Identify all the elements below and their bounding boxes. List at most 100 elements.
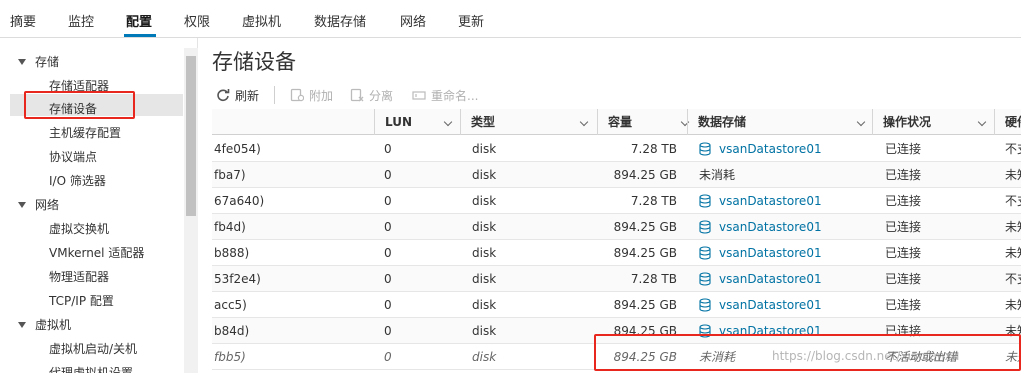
detach-button[interactable]: 分离 [350,84,393,106]
sidebar-group-storage[interactable]: 存储 [35,53,59,70]
sidebar-item-host-cache[interactable]: 主机缓存配置 [49,124,121,141]
cell-datastore: vsanDatastore01 [699,240,869,266]
refresh-button[interactable]: 刷新 [216,84,259,106]
expand-caret-icon[interactable] [18,202,26,208]
cell-hardware: 未知 [1005,298,1021,312]
sidebar-item-virtual-switches[interactable]: 虚拟交换机 [49,220,109,237]
column-header-lun[interactable]: LUN [374,109,460,135]
cell-operational-state: 已连接 [885,220,922,234]
active-tab-indicator [124,34,156,37]
column-filter-icon[interactable] [977,117,987,127]
column-filter-icon[interactable] [856,117,866,127]
attach-button[interactable]: 附加 [290,84,333,106]
cell-type: disk [472,272,497,286]
tab-networks[interactable]: 网络 [400,11,426,30]
sidebar-item-vmkernel-adapters[interactable]: VMkernel 适配器 [49,244,144,261]
datastore-icon [699,191,711,208]
sidebar-item-tcpip-config[interactable]: TCP/IP 配置 [49,292,114,309]
column-header-capacity[interactable]: 容量 [597,109,697,135]
datastore-icon [699,269,711,286]
cell-operational-state: 已连接 [885,168,922,182]
column-filter-icon[interactable] [579,117,589,127]
cell-datastore: 未消耗 [699,162,869,188]
cell-type: disk [472,194,497,208]
sidebar-item-agent-vm[interactable]: 代理虚拟机设置 [49,364,133,373]
cell-datastore: vsanDatastore01 [699,292,869,318]
column-header-operational-state[interactable]: 操作状况 [872,109,994,135]
attach-icon [290,88,305,102]
rename-button[interactable]: 重命名... [412,84,478,106]
tab-vms[interactable]: 虚拟机 [242,11,281,30]
cell-hardware: 不支 [1005,142,1021,156]
cell-type: disk [472,298,497,312]
tab-permissions[interactable]: 权限 [184,11,210,30]
cell-datastore: vsanDatastore01 [699,214,869,240]
cell-type: disk [472,324,497,338]
table-row[interactable]: 53f2e4) 0 disk 7.28 TB vsanDatastore01 已连接 不支 [212,266,1021,292]
cell-name: 67a640) [214,194,265,208]
cell-lun: 0 [384,194,392,208]
sidebar-group-vms[interactable]: 虚拟机 [35,316,71,333]
tab-monitor[interactable]: 监控 [68,11,94,30]
grid-header: LUN 类型 容量 数据存储 操作状况 硬件 [212,109,1021,135]
cell-capacity: 7.28 TB [630,194,677,208]
column-header-hardware[interactable]: 硬件 [994,109,1021,135]
page-title: 存储设备 [212,50,296,74]
cell-type: disk [472,246,497,260]
table-row[interactable]: b888) 0 disk 894.25 GB vsanDatastore01 已连接 未知 [212,240,1021,266]
refresh-label: 刷新 [235,88,260,103]
table-row[interactable]: 67a640) 0 disk 7.28 TB vsanDatastore01 已连接 不支 [212,188,1021,214]
sidebar-item-io-filters[interactable]: I/O 筛选器 [49,172,106,189]
cell-lun: 0 [384,168,392,182]
column-header-datastore[interactable]: 数据存储 [687,109,872,135]
datastore-link[interactable]: vsanDatastore01 [719,246,822,260]
datastore-link[interactable]: vsanDatastore01 [719,298,822,312]
sidebar-group-networking[interactable]: 网络 [35,196,59,213]
sidebar-item-vm-startup[interactable]: 虚拟机启动/关机 [49,340,137,357]
datastore-text: 未消耗 [699,168,736,182]
toolbar-divider [274,86,275,104]
tab-configure[interactable]: 配置 [126,11,152,30]
table-row[interactable]: fb4d) 0 disk 894.25 GB vsanDatastore01 已连接 未知 [212,214,1021,240]
cell-lun: 0 [384,272,392,286]
cell-name: b888) [214,246,250,260]
expand-caret-icon[interactable] [18,59,26,65]
table-row[interactable]: fba7) 0 disk 894.25 GB 未消耗 已连接 未知 [212,162,1021,188]
cell-datastore: vsanDatastore01 [699,266,869,292]
tab-updates[interactable]: 更新 [458,11,484,30]
datastore-icon [699,139,711,156]
cell-lun: 0 [384,324,392,338]
cell-hardware: 未知 [1005,246,1021,260]
sidebar-item-physical-adapters[interactable]: 物理适配器 [49,268,109,285]
expand-caret-icon[interactable] [18,322,26,328]
cell-lun: 0 [384,142,392,156]
cell-type: disk [472,142,497,156]
tab-datastores[interactable]: 数据存储 [314,11,366,30]
cell-type: disk [472,350,497,364]
tab-summary[interactable]: 摘要 [10,11,36,30]
datastore-link[interactable]: vsanDatastore01 [719,194,822,208]
rename-icon [412,88,426,102]
rename-label: 重命名... [431,88,479,103]
datastore-link[interactable]: vsanDatastore01 [719,142,822,156]
sidebar-item-protocol-endpoints[interactable]: 协议端点 [49,148,97,165]
table-row[interactable]: acc5) 0 disk 894.25 GB vsanDatastore01 已连接 未知 [212,292,1021,318]
column-header-type[interactable]: 类型 [460,109,597,135]
detach-icon [350,88,364,102]
table-row[interactable]: 4fe054) 0 disk 7.28 TB vsanDatastore01 已连接 不支 [212,136,1021,162]
cell-operational-state: 已连接 [885,272,922,286]
sidebar-scroll-thumb[interactable] [186,56,196,216]
cell-name: fbb5) [214,350,246,364]
cell-operational-state: 已连接 [885,194,922,208]
datastore-link[interactable]: vsanDatastore01 [719,220,822,234]
cell-type: disk [472,168,497,182]
cell-lun: 0 [384,298,392,312]
cell-hardware: 未知 [1005,168,1021,182]
cell-lun: 0 [384,220,392,234]
cell-capacity: 7.28 TB [630,272,677,286]
cell-datastore: vsanDatastore01 [699,188,869,214]
column-filter-icon[interactable] [443,117,453,127]
watermark-text: https://blog.csdn.net/xiaofanxu [772,349,960,363]
datastore-link[interactable]: vsanDatastore01 [719,272,822,286]
cell-name: acc5) [214,298,247,312]
